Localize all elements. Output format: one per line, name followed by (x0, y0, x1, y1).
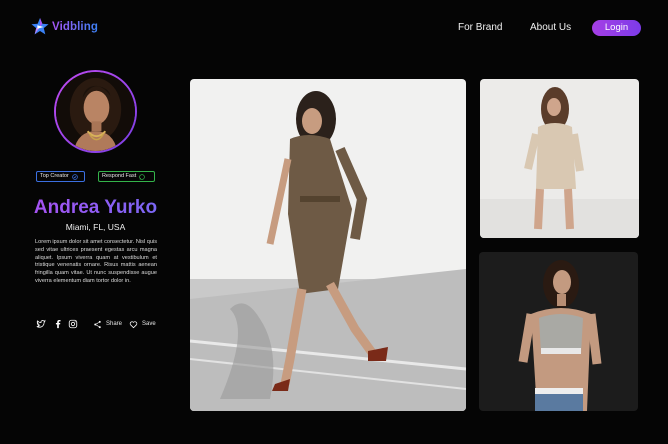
heart-icon (129, 320, 138, 328)
save-button[interactable]: Save (129, 319, 156, 329)
creator-bio: Lorem ipsum dolor sit amet consectetur. … (35, 239, 157, 284)
respond-fast-label: Respond Fast (102, 173, 137, 179)
logo-star-icon (31, 18, 49, 35)
top-creator-badge: Top Creator (36, 171, 85, 182)
photo-blazer (480, 79, 639, 238)
photo-walking-dress (190, 79, 466, 411)
gallery-photo-bottom-right[interactable] (479, 252, 638, 411)
photo-sportswear (479, 252, 638, 411)
twitter-icon (36, 319, 46, 328)
gallery-photo-top-right[interactable] (480, 79, 639, 238)
chat-icon (139, 173, 146, 180)
login-button[interactable]: Login (592, 20, 641, 36)
save-label: Save (142, 321, 156, 327)
top-creator-label: Top Creator (40, 173, 69, 179)
nav-about-us[interactable]: About Us (530, 22, 571, 34)
twitter-link[interactable] (36, 319, 46, 329)
share-label: Share (106, 321, 123, 327)
respond-fast-badge: Respond Fast (98, 171, 155, 182)
avatar-image (56, 72, 135, 151)
facebook-link[interactable] (53, 319, 63, 329)
share-button[interactable]: Share (93, 319, 122, 329)
instagram-link[interactable] (68, 319, 78, 329)
gallery-photo-main[interactable] (190, 79, 466, 411)
check-circle-icon (71, 173, 78, 180)
share-icon (94, 320, 101, 328)
logo-text: Vidbling (52, 21, 98, 33)
nav-for-brand[interactable]: For Brand (458, 22, 502, 34)
logo[interactable]: Vidbling (31, 17, 98, 37)
creator-location: Miami, FL, USA (65, 222, 126, 232)
facebook-icon (55, 319, 61, 329)
instagram-icon (68, 319, 78, 329)
avatar (54, 70, 137, 153)
creator-name: Andrea Yurko (0, 196, 191, 220)
